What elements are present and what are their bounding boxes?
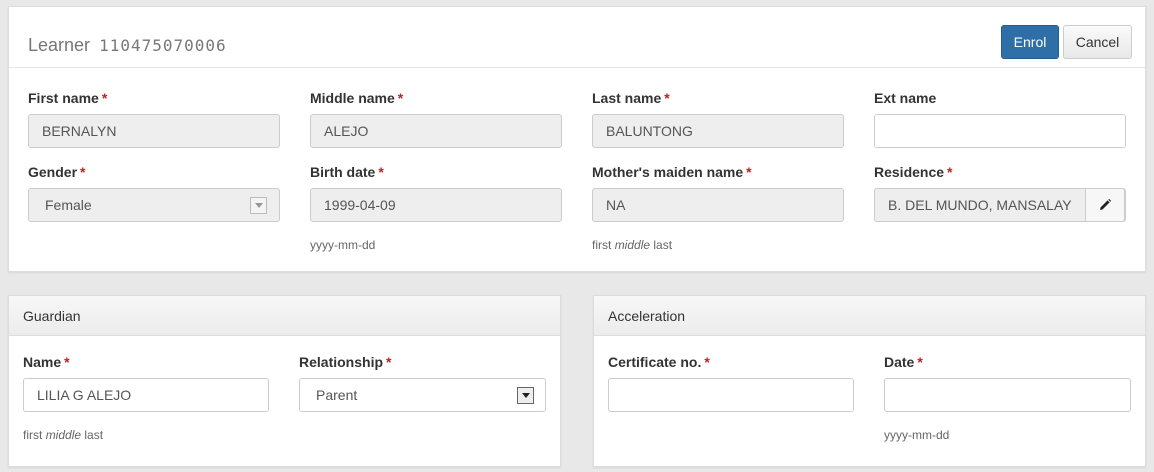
chevron-down-icon: [250, 197, 267, 214]
relationship-label: Relationship *: [299, 354, 392, 370]
relationship-field: Relationship * Parent: [299, 354, 546, 412]
first-name-input[interactable]: BERNALYN: [28, 114, 280, 148]
last-name-input[interactable]: BALUNTONG: [592, 114, 844, 148]
learner-header: Learner 110475070006 Enrol Cancel: [9, 7, 1145, 68]
ext-name-label: Ext name: [874, 90, 937, 106]
guardian-panel: Guardian Name * LILIA G ALEJO first middl…: [8, 295, 561, 467]
relationship-select[interactable]: Parent: [299, 378, 546, 412]
gender-select[interactable]: Female: [28, 188, 280, 222]
acceleration-date-label: Date *: [884, 354, 923, 370]
gender-field: Gender * Female: [28, 164, 280, 222]
guardian-name-hint: first middle last: [23, 428, 104, 442]
cancel-button[interactable]: Cancel: [1063, 25, 1132, 59]
first-name-field: First name * BERNALYN: [28, 90, 280, 148]
last-name-field: Last name * BALUNTONG: [592, 90, 844, 148]
first-name-label: First name *: [28, 90, 108, 106]
gender-label: Gender *: [28, 164, 86, 180]
acceleration-date-input[interactable]: [884, 378, 1131, 412]
page-title: Learner 110475070006: [28, 35, 227, 56]
acceleration-panel-title: Acceleration: [594, 296, 1145, 336]
mothers-maiden-name-input[interactable]: NA: [592, 188, 844, 222]
page-title-label: Learner: [28, 35, 91, 55]
residence-value: B. DEL MUNDO, MANSALAY: [888, 197, 1072, 213]
pencil-icon: [1100, 198, 1112, 210]
enrol-button[interactable]: Enrol: [1001, 25, 1059, 59]
birth-date-label: Birth date *: [310, 164, 384, 180]
residence-label: Residence *: [874, 164, 953, 180]
certificate-no-label: Certificate no. *: [608, 354, 710, 370]
residence-field: Residence * B. DEL MUNDO, MANSALAY: [874, 164, 1126, 222]
ext-name-field: Ext name: [874, 90, 1126, 148]
learner-panel: Learner 110475070006 Enrol Cancel First …: [8, 6, 1146, 272]
guardian-name-label: Name *: [23, 354, 70, 370]
guardian-panel-title: Guardian: [9, 296, 560, 336]
middle-name-input[interactable]: ALEJO: [310, 114, 562, 148]
birth-date-input[interactable]: 1999-04-09: [310, 188, 562, 222]
residence-input[interactable]: B. DEL MUNDO, MANSALAY: [874, 188, 1126, 222]
birth-date-hint: yyyy-mm-dd: [310, 238, 376, 252]
last-name-label: Last name *: [592, 90, 670, 106]
mothers-maiden-name-field: Mother's maiden name * NA first middle la…: [592, 164, 844, 252]
relationship-value: Parent: [316, 387, 358, 403]
acceleration-date-field: Date * yyyy-mm-dd: [884, 354, 1131, 442]
certificate-no-field: Certificate no. *: [608, 354, 854, 412]
middle-name-label: Middle name *: [310, 90, 404, 106]
learner-id: 110475070006: [99, 36, 227, 55]
birth-date-field: Birth date * 1999-04-09 yyyy-mm-dd: [310, 164, 562, 252]
ext-name-input[interactable]: [874, 114, 1126, 148]
mothers-maiden-name-label: Mother's maiden name *: [592, 164, 752, 180]
middle-name-field: Middle name * ALEJO: [310, 90, 562, 148]
residence-edit-button[interactable]: [1085, 188, 1125, 222]
guardian-name-field: Name * LILIA G ALEJO first middle last: [23, 354, 269, 442]
acceleration-date-hint: yyyy-mm-dd: [884, 428, 950, 442]
chevron-down-icon: [517, 387, 534, 404]
gender-value: Female: [45, 197, 92, 213]
mothers-maiden-name-hint: first middle last: [592, 238, 673, 252]
guardian-name-input[interactable]: LILIA G ALEJO: [23, 378, 269, 412]
acceleration-panel: Acceleration Certificate no. * Date * yyyy…: [593, 295, 1146, 467]
certificate-no-input[interactable]: [608, 378, 854, 412]
